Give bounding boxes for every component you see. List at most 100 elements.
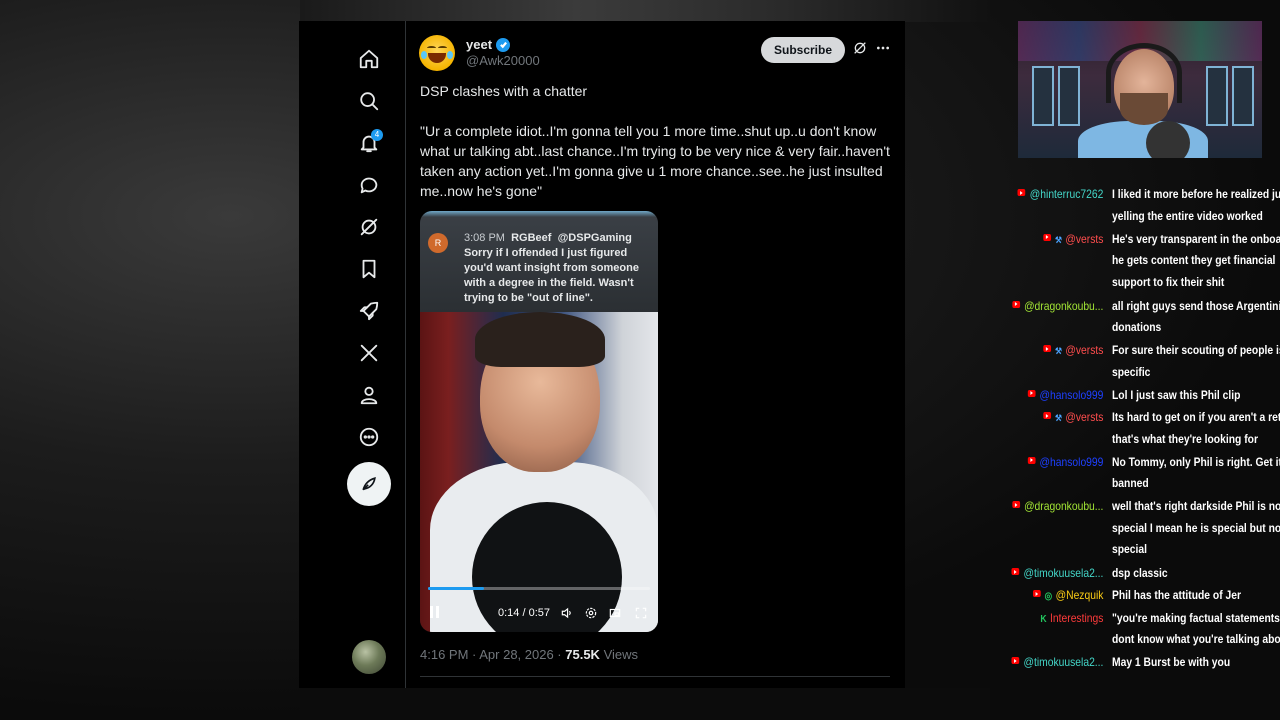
tweet-meta: 4:16 PM · Apr 28, 2026 · 75.5K Views xyxy=(420,647,638,662)
chat-username[interactable]: Interestings xyxy=(1050,611,1103,625)
chat-message-text: support to fix their shit xyxy=(1111,274,1225,289)
caption-avatar: R xyxy=(428,233,448,253)
chat-username[interactable]: @timokuusela2... xyxy=(1024,655,1104,669)
video-player[interactable]: R 3:08 PM RGBeef @DSPGaming Sorry if I o… xyxy=(420,211,658,632)
youtube-icon xyxy=(1042,233,1051,241)
compose-post-button[interactable] xyxy=(347,462,391,506)
chat-username[interactable]: @dragonkoubu... xyxy=(1024,299,1103,313)
nav-rail: 4 xyxy=(299,21,406,688)
youtube-icon xyxy=(1042,412,1051,419)
chat-message-text: Lol I just saw this Phil clip xyxy=(1111,387,1241,402)
chat-message-text: specific xyxy=(1111,364,1151,379)
chat-username[interactable]: @dragonkoubu... xyxy=(1024,499,1103,513)
grok-icon[interactable] xyxy=(351,209,387,245)
chat-message-text: all right guys send those Argentinian xyxy=(1111,298,1280,313)
more-options-circle-icon[interactable] xyxy=(351,419,387,455)
video-frame xyxy=(420,312,658,632)
profile-icon[interactable] xyxy=(351,377,387,413)
webcam-feed xyxy=(1018,21,1262,158)
bookmark-icon[interactable] xyxy=(351,251,387,287)
caption-user: RGBeef xyxy=(511,232,552,244)
chat-message-text: dont know what you're talking about" xyxy=(1111,632,1280,647)
author-name[interactable]: yeet xyxy=(466,37,492,52)
chat-message-text: Its hard to get on if you aren't a retar… xyxy=(1111,410,1280,424)
youtube-icon xyxy=(1027,389,1036,397)
views-count: 75.5K xyxy=(565,647,600,662)
stream-layout: 4 yeet @Awk20000 Subscribe DSP clashes w… xyxy=(0,0,1280,720)
youtube-icon xyxy=(1017,189,1026,196)
youtube-icon xyxy=(1032,590,1041,598)
subscribe-button[interactable]: Subscribe xyxy=(761,37,845,63)
tweet-timestamp[interactable]: 4:16 PM · Apr 28, 2026 · xyxy=(420,647,565,662)
messages-icon[interactable] xyxy=(351,167,387,203)
chat-message-text: he gets content they get financial xyxy=(1111,253,1276,268)
search-icon[interactable] xyxy=(351,83,387,119)
moderator-wrench-icon: ⚒ xyxy=(1055,234,1062,245)
pause-icon[interactable] xyxy=(430,606,444,620)
chat-message-text: special xyxy=(1111,542,1147,557)
home-icon[interactable] xyxy=(351,41,387,77)
chat-username[interactable]: @Nezquik xyxy=(1056,588,1104,602)
notification-count-badge: 4 xyxy=(371,129,383,141)
picture-in-picture-icon[interactable] xyxy=(608,606,622,623)
verified-badge-icon xyxy=(496,37,511,52)
tweet-text-title: DSP clashes with a chatter xyxy=(420,83,588,99)
chat-username[interactable]: @versts xyxy=(1065,232,1103,246)
chat-username[interactable]: @hansolo999 xyxy=(1040,388,1104,402)
chat-message-text: He's very transparent in the onboarding, xyxy=(1111,231,1280,246)
caption-text: Sorry if I offended I just figured you'd… xyxy=(464,247,639,304)
chat-message-text: For sure their scouting of people is ver… xyxy=(1111,343,1280,358)
grok-explain-icon[interactable] xyxy=(852,40,868,56)
chat-username[interactable]: @versts xyxy=(1065,343,1103,357)
chat-username[interactable]: @hansolo999 xyxy=(1040,455,1104,469)
moderator-wrench-icon: ⚒ xyxy=(1055,346,1062,357)
chat-message-text: I liked it more before he realized just xyxy=(1111,187,1280,201)
chat-message-text: donations xyxy=(1111,320,1162,334)
youtube-icon xyxy=(1042,345,1051,353)
video-caption-overlay: R 3:08 PM RGBeef @DSPGaming Sorry if I o… xyxy=(420,211,658,312)
youtube-icon xyxy=(1027,456,1036,464)
chat-message-text: No Tommy, only Phil is right. Get it? Ge… xyxy=(1111,454,1280,469)
caption-mention: @DSPGaming xyxy=(557,232,632,244)
tweet-text-body: "Ur a complete idiot..I'm gonna tell you… xyxy=(420,123,890,199)
views-label: Views xyxy=(599,647,639,662)
background-strip xyxy=(300,0,990,22)
chat-username[interactable]: @hinterruc7262 xyxy=(1030,187,1104,201)
chat-username[interactable]: @versts xyxy=(1065,410,1103,424)
caption-header: 3:08 PM RGBeef @DSPGaming xyxy=(464,232,632,244)
member-badge-icon: ◎ xyxy=(1044,591,1053,603)
x-logo-icon[interactable] xyxy=(351,335,387,371)
more-options-icon[interactable] xyxy=(874,40,892,56)
notifications-bell-icon[interactable]: 4 xyxy=(351,125,387,161)
chat-message-text: that's what they're looking for xyxy=(1111,431,1258,446)
youtube-icon xyxy=(1012,300,1020,308)
twitter-window: 4 yeet @Awk20000 Subscribe DSP clashes w… xyxy=(299,21,905,688)
feather-icon xyxy=(362,477,376,491)
chat-username[interactable]: @timokuusela2... xyxy=(1024,566,1104,580)
kick-icon: K xyxy=(1040,613,1047,625)
video-progress-fill xyxy=(428,587,484,590)
chat-message-text: well that's right darkside Phil is not t… xyxy=(1111,499,1280,514)
settings-gear-icon[interactable] xyxy=(584,606,598,623)
fullscreen-icon[interactable] xyxy=(634,606,648,623)
volume-icon[interactable] xyxy=(560,606,574,623)
author-name-row[interactable]: yeet xyxy=(466,37,511,52)
author-handle[interactable]: @Awk20000 xyxy=(466,53,540,68)
background-strip-bottom xyxy=(300,688,990,720)
divider xyxy=(420,676,890,677)
chat-message-text: yelling the entire video worked xyxy=(1111,208,1263,223)
youtube-icon xyxy=(1012,501,1020,509)
rocket-icon[interactable] xyxy=(351,293,387,329)
video-progress-bar[interactable] xyxy=(428,587,650,590)
moderator-wrench-icon: ⚒ xyxy=(1055,413,1062,423)
caption-time: 3:08 PM xyxy=(464,232,505,244)
chat-message-text: special I mean he is special but not tha… xyxy=(1111,520,1280,535)
chat-message-text: "you're making factual statements, you xyxy=(1111,610,1280,625)
author-avatar[interactable] xyxy=(419,35,455,71)
chat-message-text: dsp classic xyxy=(1111,566,1168,581)
tweet: yeet @Awk20000 Subscribe DSP clashes wit… xyxy=(406,21,905,688)
youtube-icon xyxy=(1011,568,1020,576)
chat-message-text: May 1 Burst be with you xyxy=(1111,655,1231,670)
chat-message-text: Phil has the attitude of Jer xyxy=(1111,588,1242,603)
account-avatar[interactable] xyxy=(352,640,386,674)
